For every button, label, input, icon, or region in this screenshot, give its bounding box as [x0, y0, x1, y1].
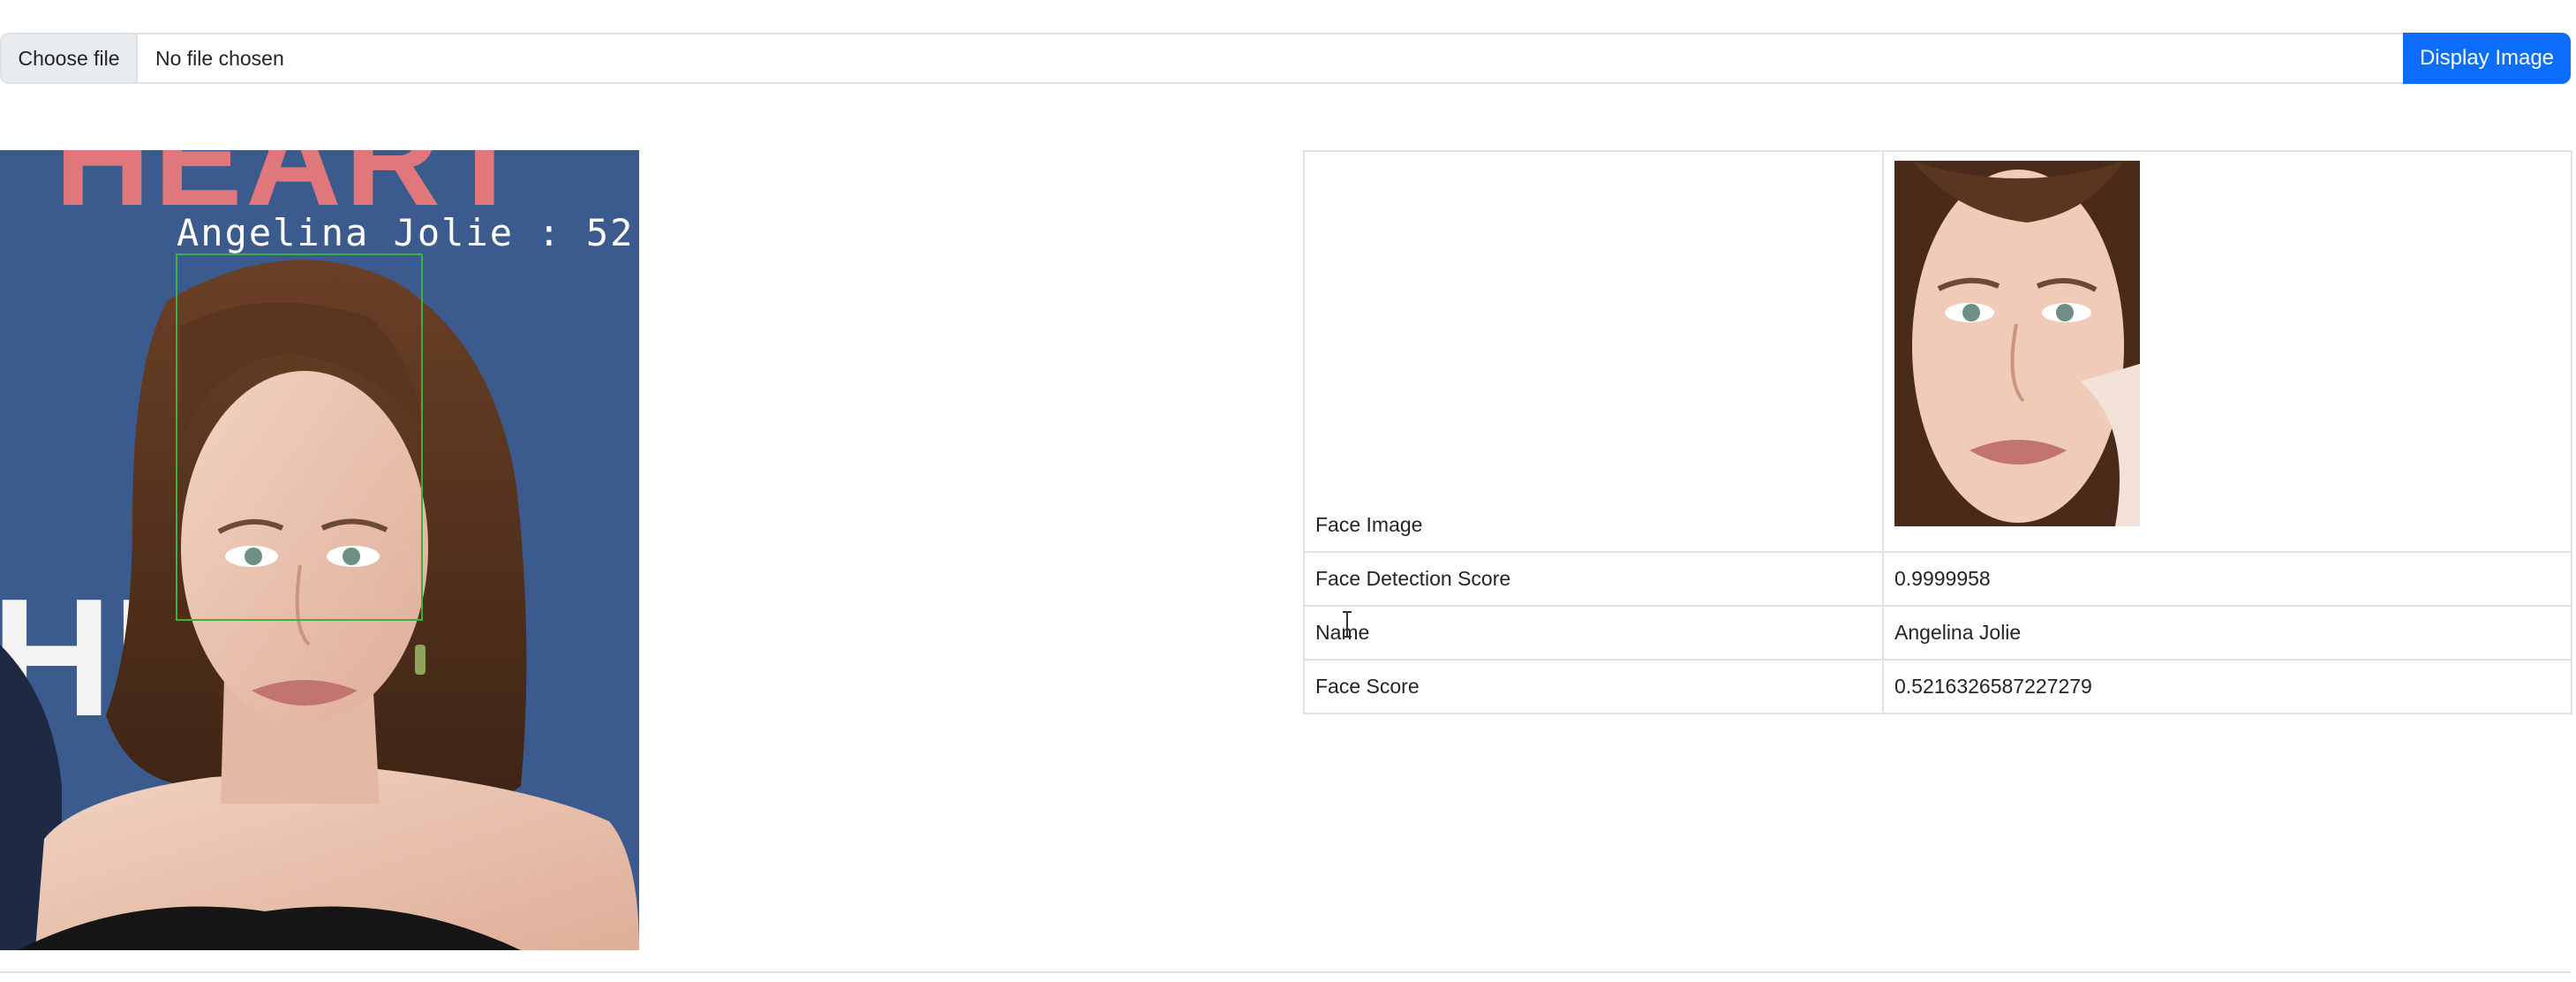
table-row: Name Angelina Jolie [1303, 605, 2572, 661]
file-status-text: No file chosen [155, 46, 284, 70]
earring [415, 645, 426, 675]
file-input[interactable]: Choose file No file chosen [0, 33, 2403, 84]
results-table: Face Image Face Detection Score 0.999995… [1303, 150, 2572, 714]
face-detection-score-value: 0.9999958 [1882, 551, 2572, 607]
face-image-cell [1882, 150, 2572, 553]
table-row: Face Detection Score 0.9999958 [1303, 551, 2572, 607]
table-row: Face Score 0.5216326587227279 [1303, 659, 2572, 714]
row-label: Face Score [1303, 659, 1884, 714]
bottom-divider [0, 971, 2571, 973]
table-row: Face Image [1303, 150, 2572, 553]
text-cursor-icon [1343, 611, 1352, 638]
row-label: Face Detection Score [1303, 551, 1884, 607]
name-value: Angelina Jolie [1882, 605, 2572, 661]
face-shape [181, 371, 428, 724]
detection-overlay-label: Angelina Jolie : 52 % [177, 211, 639, 254]
detection-result-image: HEART HE Angelina Jolie : 52 % [0, 150, 639, 950]
face-crop-image [1894, 161, 2140, 526]
row-label: Name [1303, 605, 1884, 661]
upload-form: Choose file No file chosen Display Image [0, 33, 2571, 84]
choose-file-button[interactable]: Choose file [2, 34, 138, 82]
face-score-value: 0.5216326587227279 [1882, 659, 2572, 714]
display-image-button[interactable]: Display Image [2403, 33, 2571, 84]
row-label: Face Image [1303, 150, 1884, 553]
